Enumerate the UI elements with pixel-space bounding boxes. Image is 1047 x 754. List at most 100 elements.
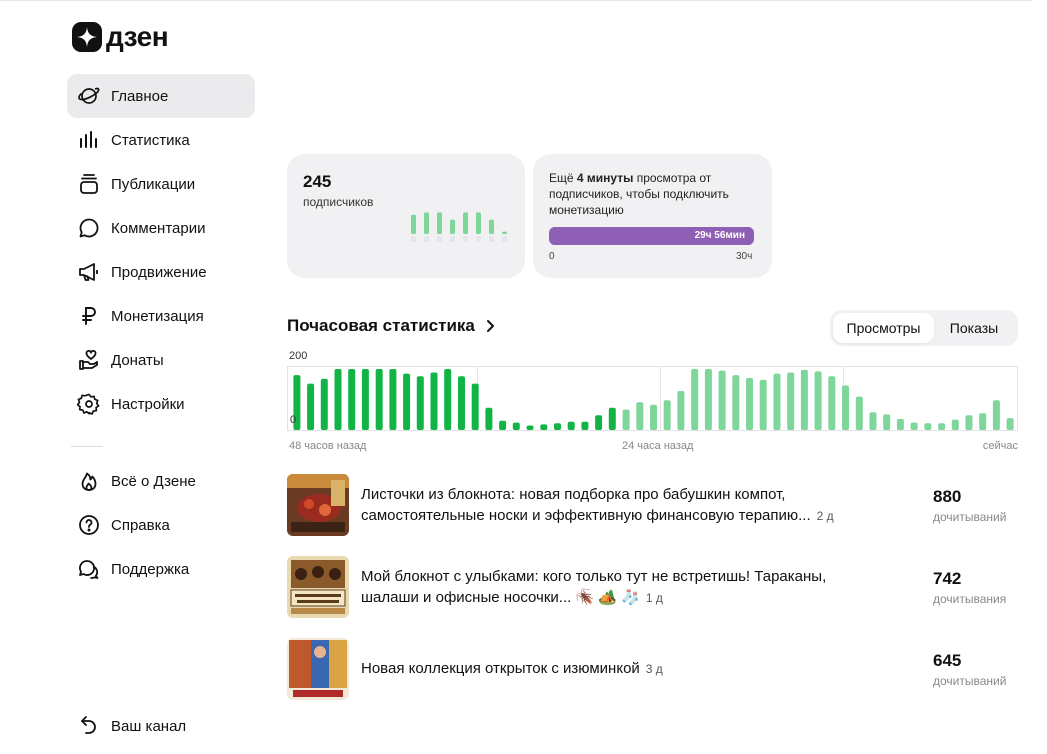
chart-bar[interactable] (430, 372, 438, 431)
x-axis-label-start: 48 часов назад (289, 440, 367, 452)
chart-bar[interactable] (855, 396, 863, 430)
chart-bar[interactable] (883, 414, 891, 430)
chart-bar[interactable] (759, 379, 767, 430)
sidebar-item-statistics[interactable]: Статистика (67, 118, 255, 162)
chart-bar[interactable] (499, 420, 507, 430)
your-channel-link[interactable]: Ваш канал (77, 714, 186, 738)
subscribers-label: подписчиков (303, 195, 374, 209)
chart-bar[interactable] (307, 383, 315, 430)
chart-bar[interactable] (979, 413, 987, 430)
chart-bar[interactable] (416, 376, 424, 430)
chart-bar[interactable] (746, 378, 753, 430)
chart-bar[interactable] (554, 423, 561, 430)
y-axis-max-label: 200 (289, 350, 308, 362)
chart-bar[interactable] (938, 423, 946, 430)
chart-bar[interactable] (608, 407, 616, 430)
sidebar-item-label: Комментарии (111, 219, 206, 237)
chart-bar[interactable] (320, 378, 328, 430)
chart-bar[interactable] (444, 369, 452, 430)
article-title-text: Мой блокнот с улыбками: кого только тут … (361, 568, 827, 606)
chart-bar[interactable] (800, 369, 808, 430)
chart-bar[interactable] (334, 369, 342, 430)
hourly-stats-title[interactable]: Почасовая статистика (287, 316, 495, 336)
chart-bar[interactable] (1006, 418, 1014, 430)
chart-bar[interactable] (403, 373, 411, 430)
chart-bar[interactable] (787, 372, 795, 431)
mini-bar-shadow (450, 236, 455, 242)
chart-bar[interactable] (361, 369, 369, 430)
chart-bar[interactable] (485, 407, 493, 430)
chart-bar[interactable] (622, 409, 630, 430)
monetization-card[interactable]: Ещё 4 минуты просмотра от подписчиков, ч… (533, 154, 772, 278)
chart-bar[interactable] (595, 415, 603, 430)
mini-bar (450, 219, 455, 234)
gear-icon (77, 392, 101, 416)
your-channel-label: Ваш канал (111, 717, 187, 735)
article-row[interactable]: Мой блокнот с улыбками: кого только тут … (287, 556, 1018, 620)
chart-bar[interactable] (828, 376, 836, 430)
sidebar-item-settings[interactable]: Настройки (67, 382, 255, 426)
chart-bar[interactable] (704, 369, 712, 430)
chart-bar[interactable] (567, 421, 575, 430)
monetization-text-prefix: Ещё (549, 171, 577, 185)
mini-bar-shadow (437, 236, 442, 242)
subscribers-card[interactable]: 245 подписчиков (287, 154, 525, 278)
planet-icon (77, 84, 101, 108)
chart-bar[interactable] (458, 376, 465, 430)
chart-bar[interactable] (924, 423, 932, 430)
sidebar-divider (71, 446, 103, 447)
sidebar-item-comments[interactable]: Комментарии (67, 206, 255, 250)
sidebar-item-donations[interactable]: Донаты (67, 338, 255, 382)
chart-bar[interactable] (471, 383, 479, 430)
chart-bar[interactable] (581, 421, 589, 430)
article-title: Листочки из блокнота: новая подборка про… (361, 484, 861, 527)
sidebar-item-label: Публикации (111, 175, 196, 193)
chart-bar[interactable] (526, 425, 534, 431)
chart-bar[interactable] (992, 400, 1000, 430)
chart-bar[interactable] (348, 369, 356, 430)
chart-bar[interactable] (732, 375, 740, 430)
chart-bar[interactable] (636, 402, 644, 430)
article-thumbnail (287, 638, 349, 700)
sidebar-item-support[interactable]: Поддержка (67, 547, 255, 591)
article-row[interactable]: Новая коллекция открыток с изюминкой 3 д … (287, 638, 1018, 702)
chart-bar[interactable] (512, 422, 520, 430)
chart-bar[interactable] (375, 369, 383, 430)
sidebar-item-promotion[interactable]: Продвижение (67, 250, 255, 294)
article-title-text: Листочки из блокнота: новая подборка про… (361, 486, 811, 524)
mini-bar-shadow (424, 236, 429, 242)
mini-bar (437, 212, 442, 234)
article-read-count: 645 (933, 651, 962, 670)
article-read-count-label: дочитываний (933, 510, 1007, 524)
chart-bar[interactable] (540, 424, 548, 430)
chart-bar[interactable] (389, 369, 397, 430)
chart-bar[interactable] (773, 373, 781, 430)
chart-bar[interactable] (842, 385, 849, 431)
sidebar-item-label: Монетизация (111, 307, 204, 325)
sidebar-item-about-zen[interactable]: Всё о Дзене (67, 459, 255, 503)
article-row[interactable]: Листочки из блокнота: новая подборка про… (287, 474, 1018, 538)
mini-bar-shadow (411, 236, 416, 242)
mini-bar (424, 212, 429, 234)
megaphone-icon (77, 260, 101, 284)
chart-bar[interactable] (896, 418, 904, 430)
chart-bar[interactable] (691, 369, 699, 430)
chart-bar[interactable] (718, 370, 726, 430)
chart-bar[interactable] (910, 422, 918, 430)
tab-impressions[interactable]: Показы (934, 313, 1014, 343)
chart-bar[interactable] (677, 391, 685, 430)
chart-bar[interactable] (869, 412, 877, 430)
chart-bar[interactable] (951, 419, 959, 430)
article-thumbnail (287, 474, 349, 536)
chart-bar[interactable] (965, 415, 973, 430)
mini-bar (476, 212, 481, 234)
sidebar-item-help[interactable]: Справка (67, 503, 255, 547)
chart-bar[interactable] (650, 404, 657, 430)
chart-bar[interactable] (814, 371, 822, 430)
sidebar-item-home[interactable]: Главное (67, 74, 255, 118)
tab-views[interactable]: Просмотры (833, 313, 934, 343)
sidebar-item-publications[interactable]: Публикации (67, 162, 255, 206)
logo[interactable]: дзен (72, 22, 169, 52)
chart-bar[interactable] (663, 400, 671, 430)
sidebar-item-monetization[interactable]: Монетизация (67, 294, 255, 338)
